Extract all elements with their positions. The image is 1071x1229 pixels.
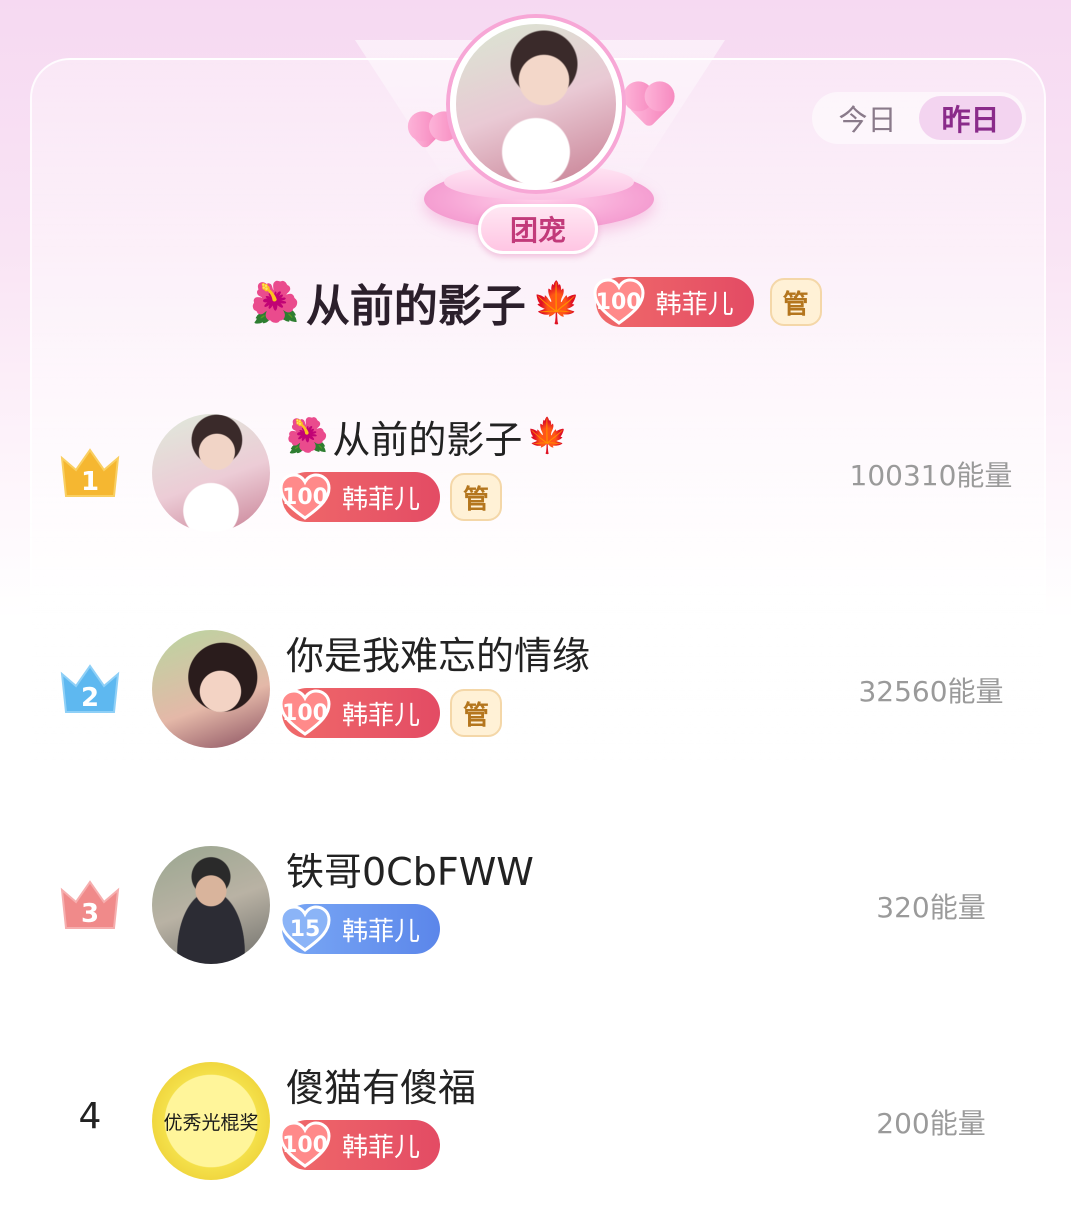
- user-name-row: 傻猫有傻福: [286, 1056, 476, 1112]
- manager-badge: 管: [450, 689, 503, 737]
- rank-row-2[interactable]: 2 你是我难忘的情缘 100 韩菲儿 管 32560能量: [0, 620, 1071, 760]
- user-badges: 15 韩菲儿: [279, 904, 441, 954]
- maple-leaf-icon: 🍁: [526, 416, 569, 456]
- user-name-row: 🌺 从前的影子 🍁: [286, 408, 569, 464]
- user-badges: 100 韩菲儿: [279, 1120, 441, 1170]
- energy-value: 200能量: [876, 1107, 986, 1140]
- rank-row-1[interactable]: 1 🌺 从前的影子 🍁 100 韩菲儿 管 100310能量: [0, 404, 1071, 544]
- fan-club-badge: 100 韩菲儿: [279, 688, 441, 738]
- heart-icon: 100: [278, 1120, 332, 1170]
- user-name-row: 铁哥0CbFWW: [286, 840, 534, 896]
- rank-number: 2: [81, 683, 99, 713]
- manager-badge: 管: [769, 278, 822, 326]
- heart-icon: 100: [278, 688, 332, 738]
- rank-number: 1: [81, 467, 99, 497]
- user-badges: 100 韩菲儿 管: [279, 472, 503, 522]
- manager-badge: 管: [450, 473, 503, 521]
- user-badges: 100 韩菲儿 管: [279, 688, 503, 738]
- avatar[interactable]: 优秀光棍奖: [152, 1062, 270, 1180]
- rank-crown-pink-icon: 3: [60, 880, 120, 929]
- fan-level: 100: [282, 1132, 328, 1158]
- rank-number: 3: [81, 899, 99, 929]
- user-name: 你是我难忘的情缘: [286, 633, 591, 678]
- avatar-award-text: 优秀光棍奖: [163, 1111, 259, 1134]
- top-user-name: 从前的影子: [305, 281, 526, 332]
- fan-level: 100: [282, 700, 328, 726]
- rank-crown-blue-icon: 2: [60, 664, 120, 713]
- fan-level: 100: [595, 289, 642, 315]
- energy-value: 32560能量: [858, 675, 1004, 708]
- tab-yesterday[interactable]: 昨日: [919, 96, 1022, 140]
- fan-level: 15: [289, 916, 321, 942]
- avatar[interactable]: [152, 414, 270, 532]
- avatar[interactable]: [152, 846, 270, 964]
- fan-club-name: 韩菲儿: [655, 289, 734, 320]
- fan-club-name: 韩菲儿: [342, 484, 421, 515]
- heart-icon: 100: [592, 277, 646, 327]
- top-user-name-row[interactable]: 🌺 从前的影子 🍁 100 韩菲儿 管: [250, 270, 822, 334]
- energy-value: 320能量: [876, 891, 986, 924]
- fan-club-name: 韩菲儿: [342, 700, 421, 731]
- fan-club-badge: 100 韩菲儿: [279, 472, 441, 522]
- top-user-avatar[interactable]: [450, 18, 622, 190]
- rank-number: 4: [78, 1096, 102, 1137]
- rank-crown-gold-icon: 1: [60, 448, 120, 497]
- day-toggle: 今日 昨日: [812, 92, 1026, 144]
- avatar[interactable]: [152, 630, 270, 748]
- user-name: 从前的影子: [332, 417, 523, 462]
- fan-club-badge: 100 韩菲儿: [279, 1120, 441, 1170]
- tab-today[interactable]: 今日: [816, 96, 919, 140]
- user-name: 铁哥0CbFWW: [286, 849, 534, 894]
- heart-icon: 15: [278, 904, 332, 954]
- team-pet-badge: 团宠: [478, 204, 598, 254]
- energy-value: 100310能量: [849, 459, 1013, 492]
- fan-club-name: 韩菲儿: [342, 1132, 421, 1163]
- hibiscus-icon: 🌺: [250, 279, 300, 326]
- fan-club-name: 韩菲儿: [342, 916, 421, 947]
- fan-level: 100: [282, 484, 328, 510]
- hibiscus-icon: 🌺: [286, 416, 329, 456]
- rank-row-4[interactable]: 4 优秀光棍奖 傻猫有傻福 100 韩菲儿 200能量: [0, 1052, 1071, 1192]
- user-name-row: 你是我难忘的情缘: [286, 624, 590, 680]
- heart-icon: 100: [278, 472, 332, 522]
- rank-row-3[interactable]: 3 铁哥0CbFWW 15 韩菲儿 320能量: [0, 836, 1071, 976]
- user-name: 傻猫有傻福: [286, 1065, 477, 1110]
- fan-club-badge: 15 韩菲儿: [279, 904, 441, 954]
- fan-club-badge: 100 韩菲儿: [593, 277, 754, 327]
- maple-leaf-icon: 🍁: [531, 279, 582, 326]
